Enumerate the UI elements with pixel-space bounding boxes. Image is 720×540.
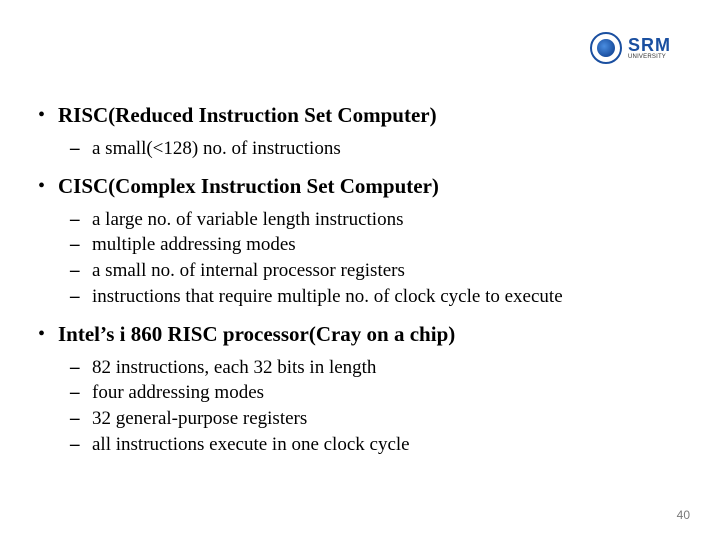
bullet-list: RISC(Reduced Instruction Set Computer) a…: [30, 100, 690, 457]
bullet-head: RISC(Reduced Instruction Set Computer): [58, 103, 437, 127]
sub-list: a large no. of variable length instructi…: [58, 207, 690, 310]
university-logo: SRM UNIVERSITY: [590, 28, 690, 68]
bullet-head: Intel’s i 860 RISC processor(Cray on a c…: [58, 322, 455, 346]
sub-list: 82 instructions, each 32 bits in length …: [58, 355, 690, 458]
sub-item: 82 instructions, each 32 bits in length: [58, 355, 690, 381]
sub-item: four addressing modes: [58, 380, 690, 406]
logo-seal-icon: [590, 32, 622, 64]
bullet-head: CISC(Complex Instruction Set Computer): [58, 174, 439, 198]
list-item: Intel’s i 860 RISC processor(Cray on a c…: [30, 319, 690, 457]
sub-item: 32 general-purpose registers: [58, 406, 690, 432]
sub-item: multiple addressing modes: [58, 232, 690, 258]
sub-item: a large no. of variable length instructi…: [58, 207, 690, 233]
sub-item: a small(<128) no. of instructions: [58, 136, 690, 162]
list-item: CISC(Complex Instruction Set Computer) a…: [30, 171, 690, 309]
logo-text: SRM UNIVERSITY: [628, 36, 671, 60]
slide: SRM UNIVERSITY RISC(Reduced Instruction …: [0, 0, 720, 540]
sub-item: a small no. of internal processor regist…: [58, 258, 690, 284]
sub-item: instructions that require multiple no. o…: [58, 284, 690, 310]
logo-sub-text: UNIVERSITY: [628, 54, 671, 60]
sub-list: a small(<128) no. of instructions: [58, 136, 690, 162]
page-number: 40: [677, 508, 690, 522]
sub-item: all instructions execute in one clock cy…: [58, 432, 690, 458]
list-item: RISC(Reduced Instruction Set Computer) a…: [30, 100, 690, 161]
logo-main-text: SRM: [628, 36, 671, 54]
